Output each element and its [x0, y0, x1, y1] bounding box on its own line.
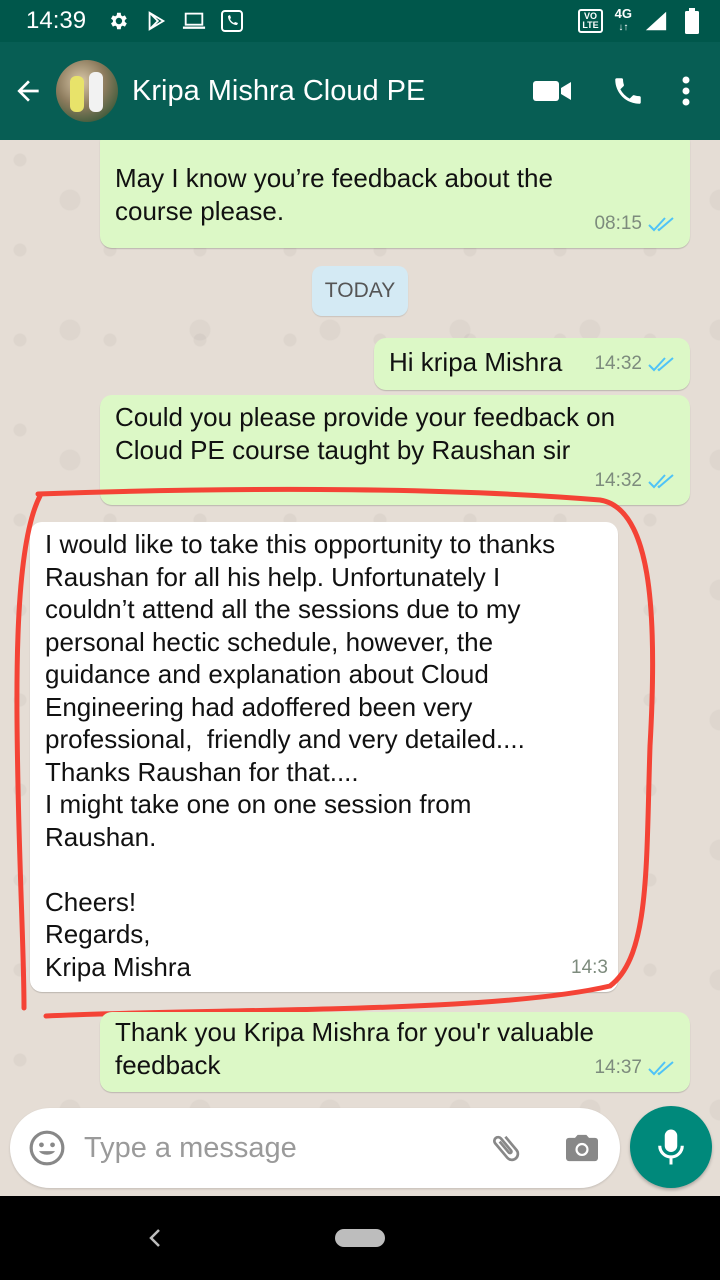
phone-call-icon[interactable]: [590, 61, 666, 121]
contact-name[interactable]: Kripa Mishra Cloud PE: [132, 75, 514, 108]
volte-icon: VO LTE: [578, 9, 603, 33]
message-time: 14:3: [571, 956, 608, 978]
message-text: I would like to take this opportunity to…: [45, 529, 556, 982]
date-separator: TODAY: [312, 266, 408, 316]
laptop-icon: [182, 9, 206, 33]
nav-back-icon[interactable]: [140, 1218, 170, 1258]
play-store-icon: [144, 9, 168, 33]
system-nav-bar: [0, 1196, 720, 1280]
camera-icon[interactable]: [544, 1108, 620, 1188]
message-meta: 14:32: [594, 348, 676, 381]
microphone-button[interactable]: [630, 1106, 712, 1188]
network-label: 4G: [614, 6, 632, 21]
microphone-icon: [658, 1129, 684, 1165]
message-time: 14:37: [594, 1056, 642, 1078]
network-4g-icon: 4G ↓↑: [614, 6, 632, 33]
settings-icon: [106, 9, 130, 33]
avatar[interactable]: [56, 60, 118, 122]
message-bubble-outgoing[interactable]: Hi kripa Mishra 14:32: [374, 338, 690, 390]
message-list[interactable]: May I know you’re feedback about the cou…: [0, 140, 720, 1196]
nav-home-button[interactable]: [335, 1229, 385, 1247]
message-bubble-outgoing[interactable]: May I know you’re feedback about the cou…: [100, 140, 690, 248]
read-ticks-icon: [648, 355, 676, 373]
message-meta: 14:37: [594, 1052, 676, 1085]
message-bubble-outgoing[interactable]: Thank you Kripa Mishra for you'r valuabl…: [100, 1012, 690, 1092]
status-bar: 14:39 VO LTE 4G ↓↑: [0, 0, 720, 42]
more-menu-icon[interactable]: [666, 61, 706, 121]
read-ticks-icon: [648, 215, 676, 233]
attach-icon[interactable]: [468, 1108, 544, 1188]
message-bubble-incoming[interactable]: I would like to take this opportunity to…: [30, 522, 618, 992]
message-meta: 14:32: [594, 465, 676, 498]
message-composer: [10, 1108, 620, 1188]
read-ticks-icon: [648, 472, 676, 490]
back-arrow-icon[interactable]: [0, 42, 56, 140]
chat-header: Kripa Mishra Cloud PE: [0, 42, 720, 140]
message-text: Could you please provide your feedback o…: [115, 402, 616, 465]
video-call-icon[interactable]: [514, 61, 590, 121]
message-time: 14:32: [594, 352, 642, 374]
message-meta: 14:3: [571, 952, 608, 985]
phone-vibrate-icon: [220, 9, 244, 33]
emoji-icon[interactable]: [10, 1108, 84, 1188]
read-ticks-icon: [648, 1059, 676, 1077]
battery-icon: [680, 8, 704, 34]
message-time: 14:32: [594, 469, 642, 491]
message-bubble-outgoing[interactable]: Could you please provide your feedback o…: [100, 395, 690, 505]
message-time: 08:15: [594, 212, 642, 234]
status-time: 14:39: [26, 7, 87, 34]
message-input[interactable]: [84, 1131, 468, 1165]
message-meta: 08:15: [594, 208, 676, 241]
signal-icon: [644, 9, 668, 33]
